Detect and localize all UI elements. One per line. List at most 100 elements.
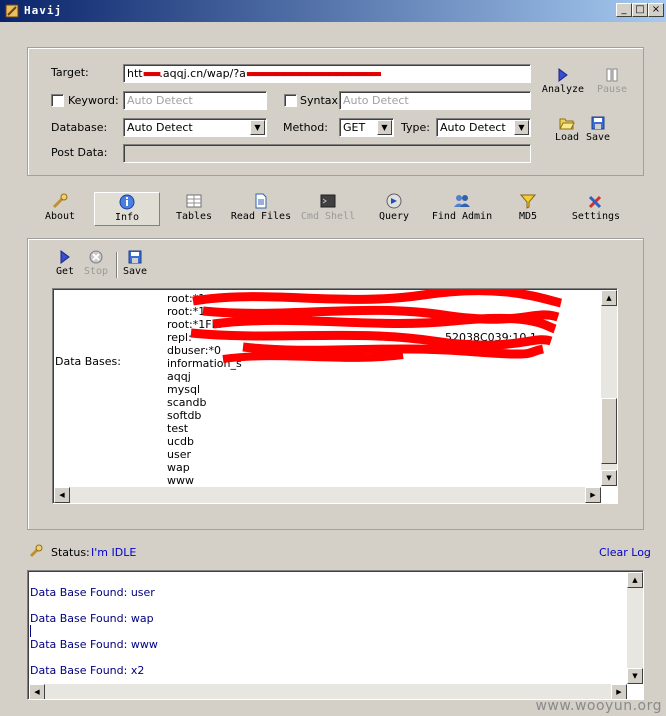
scroll-left-icon[interactable]: ◀ xyxy=(29,684,45,699)
scroll-down-icon[interactable]: ▼ xyxy=(627,668,643,684)
file-icon xyxy=(255,193,267,209)
tab-query[interactable]: Query xyxy=(372,192,416,226)
database-select-value: Auto Detect xyxy=(127,121,193,134)
type-select[interactable]: Auto Detect ▼ xyxy=(436,118,531,137)
window-title: Havij xyxy=(24,4,63,17)
list-item: scandb xyxy=(167,396,207,409)
keyword-label: Keyword: xyxy=(68,94,119,107)
list-item: user xyxy=(167,448,191,461)
scroll-up-icon[interactable]: ▲ xyxy=(627,572,643,588)
results-vertical-scrollbar[interactable]: ▲ ▼ xyxy=(601,290,617,486)
minimize-button[interactable]: _ xyxy=(616,3,632,17)
close-button[interactable]: × xyxy=(648,3,664,17)
tab-about-label: About xyxy=(44,211,76,222)
type-select-value: Auto Detect xyxy=(440,121,506,134)
tab-cmd-shell[interactable]: Cmd Shell xyxy=(298,192,358,226)
tab-md5[interactable]: MD5 xyxy=(512,192,544,226)
tab-tables[interactable]: Tables xyxy=(170,192,218,226)
get-label: Get xyxy=(55,266,75,277)
info-icon xyxy=(119,194,135,210)
list-item: wap xyxy=(167,461,190,474)
save-label: Save xyxy=(585,132,611,143)
toolbar-separator xyxy=(116,252,118,278)
get-button[interactable]: Get xyxy=(52,250,78,277)
chevron-down-icon[interactable]: ▼ xyxy=(514,120,529,135)
clear-log-link[interactable]: Clear Log xyxy=(599,546,651,559)
red-scribble-redaction xyxy=(190,289,563,363)
scroll-right-icon[interactable]: ▶ xyxy=(585,487,601,503)
tab-read-files-label: Read Files xyxy=(230,211,292,222)
save-settings-button[interactable]: Save xyxy=(584,116,612,143)
play-icon xyxy=(60,250,70,264)
log-vertical-scrollbar[interactable]: ▲ ▼ xyxy=(627,572,643,684)
folder-open-icon xyxy=(559,118,575,130)
tab-read-files[interactable]: Read Files xyxy=(226,192,296,226)
tab-md5-label: MD5 xyxy=(518,211,538,222)
analyze-label: Analyze xyxy=(541,84,585,95)
log-textarea[interactable]: Data Base Found: user Data Base Found: w… xyxy=(27,570,644,700)
scroll-thumb[interactable] xyxy=(601,398,617,464)
tab-info-label: Info xyxy=(114,212,140,223)
save-results-button[interactable]: Save xyxy=(121,250,149,277)
chevron-down-icon[interactable]: ▼ xyxy=(250,120,265,135)
save-results-label: Save xyxy=(122,266,148,277)
target-url-text: htt xyxy=(127,67,143,80)
redaction-mark-2: ▬▬▬▬▬▬▬▬▬▬▬▬▬▬▬▬▬▬ xyxy=(245,67,382,80)
pause-label: Pause xyxy=(596,84,628,95)
maximize-button[interactable]: □ xyxy=(632,3,648,17)
method-select-value: GET xyxy=(343,121,366,134)
status-value: I'm IDLE xyxy=(91,546,137,559)
database-label: Database: xyxy=(51,121,108,134)
pause-icon xyxy=(606,68,618,82)
query-icon xyxy=(386,193,402,209)
log-line: Data Base Found: x2 xyxy=(30,664,145,677)
about-icon xyxy=(52,193,68,209)
title-bar: Havij _ □ × xyxy=(0,0,666,22)
tab-info[interactable]: Info xyxy=(94,192,160,226)
results-horizontal-scrollbar[interactable]: ◀ ▶ xyxy=(54,487,601,503)
play-icon xyxy=(558,68,568,82)
tab-find-admin[interactable]: Find Admin xyxy=(428,192,496,226)
scroll-up-icon[interactable]: ▲ xyxy=(601,290,617,306)
keyword-checkbox[interactable] xyxy=(51,94,64,107)
tab-settings[interactable]: Settings xyxy=(568,192,624,226)
terminal-icon xyxy=(320,194,336,208)
stop-button[interactable]: Stop xyxy=(82,250,110,277)
status-label: Status: xyxy=(51,546,90,559)
floppy-disk-icon xyxy=(128,250,142,264)
log-line: Data Base Found: user xyxy=(30,586,155,599)
tab-settings-label: Settings xyxy=(571,211,621,222)
tab-about[interactable]: About xyxy=(38,192,82,226)
funnel-icon xyxy=(519,194,537,209)
list-item: www xyxy=(167,474,194,487)
load-button[interactable]: Load xyxy=(552,116,582,143)
text-cursor xyxy=(30,625,31,637)
method-select[interactable]: GET ▼ xyxy=(339,118,394,137)
chevron-down-icon[interactable]: ▼ xyxy=(377,120,392,135)
syntax-input[interactable]: Auto Detect xyxy=(339,91,531,110)
keyword-input[interactable]: Auto Detect xyxy=(123,91,267,110)
load-label: Load xyxy=(554,132,580,143)
target-url-input[interactable]: htt▬▬.aqqj.cn/wap/?a▬▬▬▬▬▬▬▬▬▬▬▬▬▬▬▬▬▬ xyxy=(123,64,531,83)
floppy-disk-icon xyxy=(591,116,605,130)
watermark: www.wooyun.org xyxy=(535,698,662,714)
analyze-button[interactable]: Analyze xyxy=(540,68,586,95)
pause-button[interactable]: Pause xyxy=(594,68,630,95)
results-listbox[interactable]: Data Bases: root:*1 root:*1F root:*1FEF … xyxy=(52,288,618,504)
syntax-checkbox[interactable] xyxy=(284,94,297,107)
list-item: softdb xyxy=(167,409,202,422)
stop-label: Stop xyxy=(83,266,109,277)
list-item: ucdb xyxy=(167,435,194,448)
redaction-mark: ▬▬ xyxy=(142,67,162,80)
scroll-down-icon[interactable]: ▼ xyxy=(601,470,617,486)
havij-app-icon xyxy=(5,4,19,18)
status-icon xyxy=(29,544,43,558)
tools-icon xyxy=(588,195,602,209)
list-item: test xyxy=(167,422,189,435)
tab-query-label: Query xyxy=(378,211,410,222)
scroll-left-icon[interactable]: ◀ xyxy=(54,487,70,503)
table-icon xyxy=(186,194,202,208)
syntax-label: Syntax: xyxy=(300,94,342,107)
database-select[interactable]: Auto Detect ▼ xyxy=(123,118,267,137)
post-data-input[interactable] xyxy=(123,144,531,163)
